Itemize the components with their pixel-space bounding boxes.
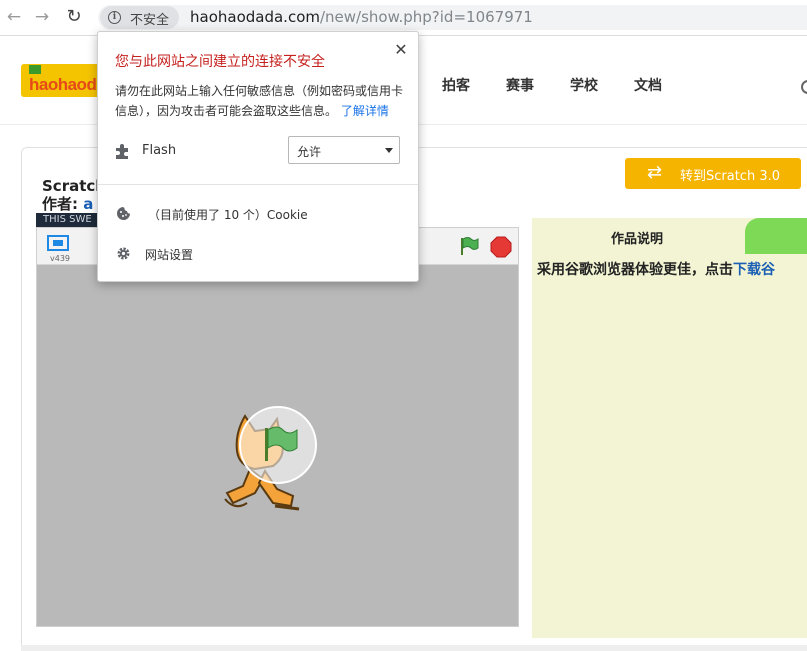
url-host: haohaodada.com <box>190 8 320 26</box>
description-prefix: 采用谷歌浏览器体验更佳，点击 <box>537 262 733 278</box>
nav-link-paike[interactable]: 拍客 <box>442 75 470 95</box>
address-bar[interactable]: i 不安全 haohaodada.com/new/show.php?id=106… <box>98 5 807 30</box>
site-info-popup: 您与此网站之间建立的连接不安全 ✕ 请勿在此网站上输入任何敏感信息（例如密码或信… <box>97 31 419 282</box>
scratch-player[interactable]: v439 <box>36 227 519 627</box>
back-arrow-icon[interactable]: ← <box>2 5 26 29</box>
switch-arrows-icon: ⇄ <box>647 162 663 183</box>
puzzle-icon <box>116 144 128 159</box>
project-banner-strip: THIS SWE <box>36 213 98 227</box>
download-chrome-link[interactable]: 下载谷 <box>733 262 775 278</box>
green-flag-icon[interactable] <box>459 236 479 256</box>
tab-description[interactable]: 作品说明 <box>532 218 744 254</box>
author-name-link[interactable]: a <box>83 195 93 213</box>
close-icon[interactable]: ✕ <box>391 40 411 60</box>
switch-to-scratch3-button[interactable]: ⇄ 转到Scratch 3.0 <box>625 158 801 189</box>
nav-link-xuexiao[interactable]: 学校 <box>570 75 598 95</box>
site-settings-link[interactable]: 网站设置 <box>145 246 193 263</box>
reload-icon[interactable]: ↻ <box>62 5 86 29</box>
gear-icon <box>117 247 130 260</box>
page-bottom-bar <box>21 645 807 651</box>
tab-description-label: 作品说明 <box>611 232 664 247</box>
player-version: v439 <box>50 254 71 263</box>
security-label: 不安全 <box>130 13 170 28</box>
banner-text: THIS SWE <box>43 214 92 225</box>
popup-body: 请勿在此网站上输入任何敏感信息（例如密码或信用卡信息），因为攻击者可能会盗取这些… <box>115 81 411 121</box>
play-overlay-button[interactable] <box>239 406 317 484</box>
learn-more-link[interactable]: 了解详情 <box>341 104 389 118</box>
stop-icon[interactable] <box>490 236 512 258</box>
logo-flag-icon <box>29 65 41 74</box>
site-security-chip[interactable]: i 不安全 <box>100 6 179 29</box>
fullscreen-icon[interactable] <box>47 235 69 251</box>
description-text: 采用谷歌浏览器体验更佳，点击下载谷 <box>537 259 775 279</box>
flash-permission-select[interactable]: 允许 <box>288 136 400 164</box>
cookie-link[interactable]: （目前使用了 10 个）Cookie <box>148 206 308 223</box>
popup-divider <box>98 184 418 185</box>
switch-button-label: 转到Scratch 3.0 <box>680 169 781 184</box>
logo-text: haohaoda <box>29 75 106 94</box>
search-icon[interactable] <box>801 80 807 94</box>
url-text[interactable]: haohaodada.com/new/show.php?id=1067971 <box>190 8 533 26</box>
nav-link-wendang[interactable]: 文档 <box>634 75 662 95</box>
author-label: 作者: <box>42 195 78 213</box>
flash-permission-label: Flash <box>142 143 177 158</box>
project-author: 作者: a <box>42 193 93 214</box>
info-icon: i <box>108 11 121 24</box>
play-flag-icon <box>265 426 298 461</box>
nav-link-saishi[interactable]: 赛事 <box>506 75 534 95</box>
description-panel <box>532 218 807 638</box>
forward-arrow-icon[interactable]: → <box>30 5 54 29</box>
cookie-icon <box>117 207 130 220</box>
url-path: /new/show.php?id=1067971 <box>319 8 533 26</box>
chevron-down-icon <box>385 148 393 153</box>
popup-title: 您与此网站之间建立的连接不安全 <box>115 54 325 70</box>
tab-secondary[interactable] <box>745 218 807 254</box>
flash-permission-value: 允许 <box>297 145 322 159</box>
